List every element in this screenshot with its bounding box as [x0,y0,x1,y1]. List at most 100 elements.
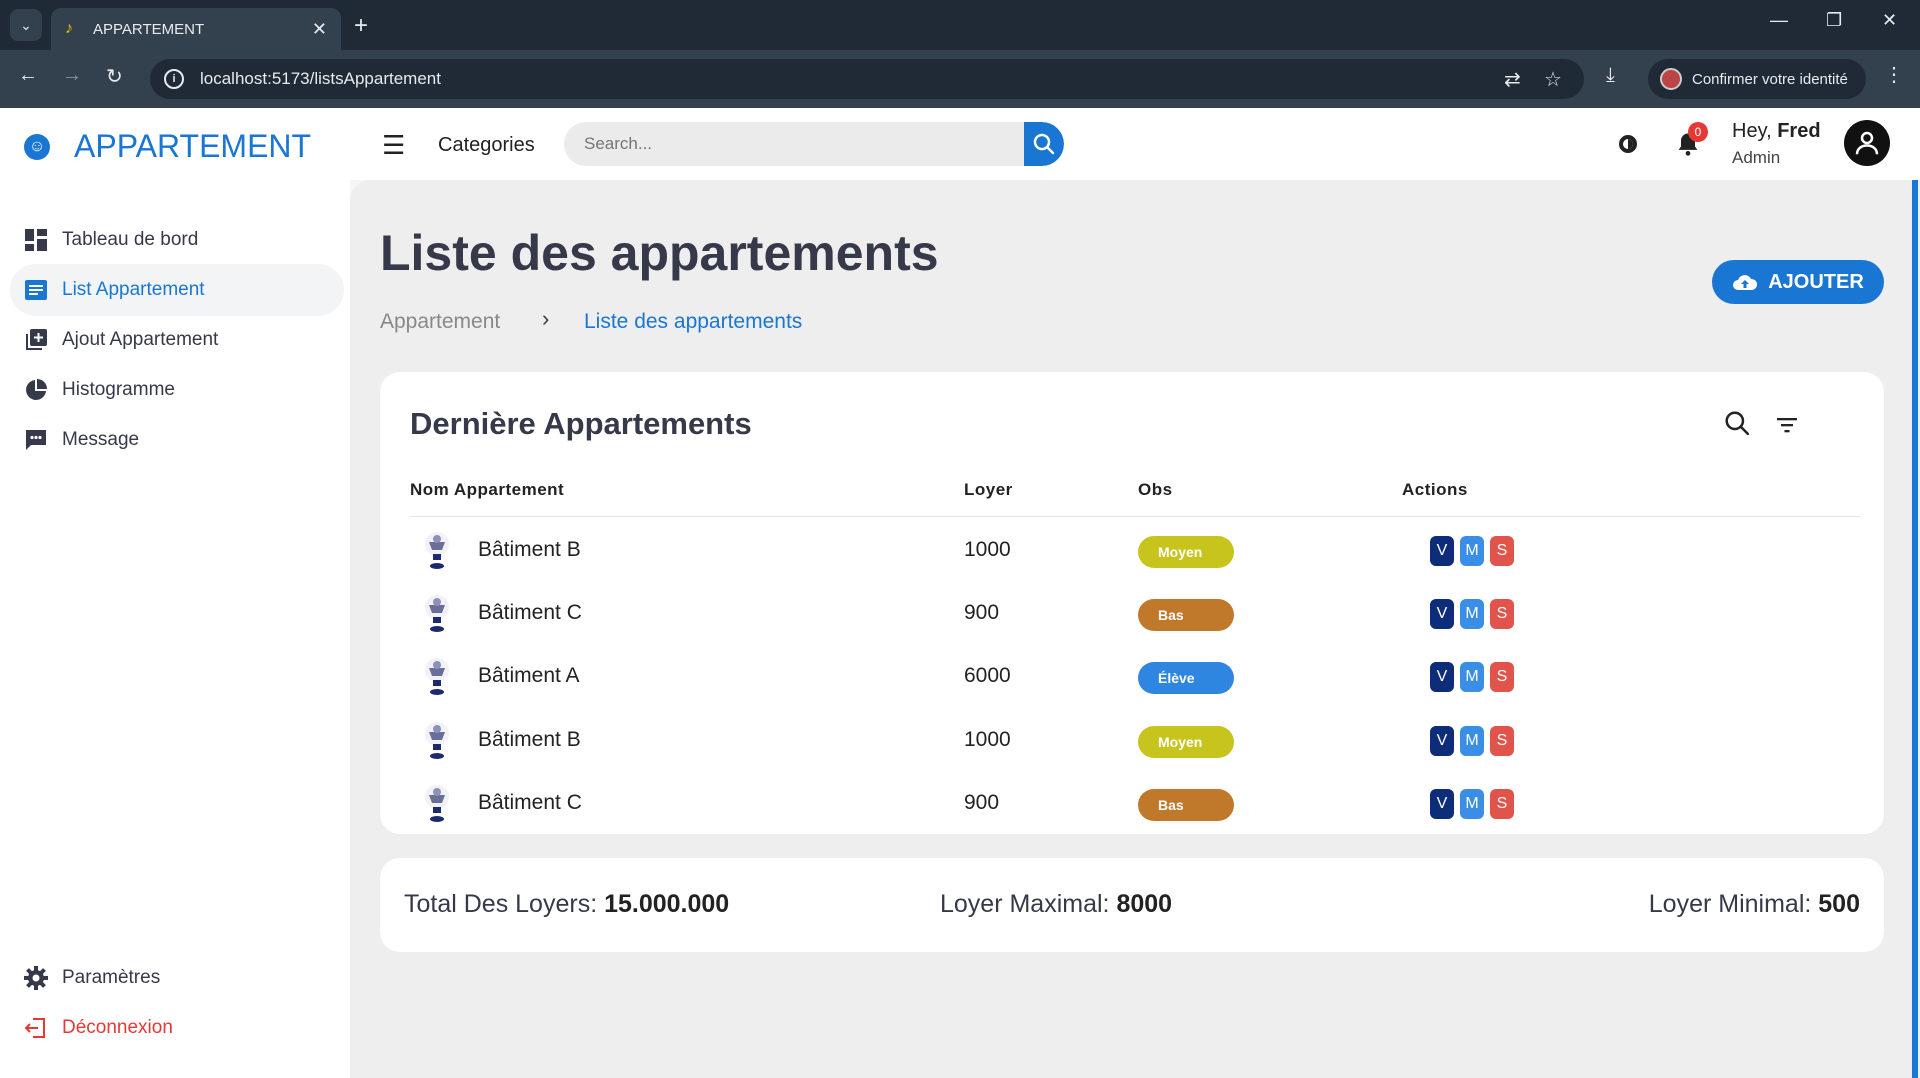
delete-button[interactable]: S [1490,789,1514,819]
add-button[interactable]: AJOUTER [1712,260,1884,304]
sidebar-item-label: Message [62,429,140,450]
loyer-minimal: Loyer Minimal: 500 [1649,890,1860,919]
brand-name: APPARTEMENT [74,128,312,164]
min-value: 500 [1818,890,1860,918]
scrollbar[interactable] [1912,180,1918,1078]
forward-icon[interactable]: → [62,64,82,87]
view-button[interactable]: V [1430,599,1454,629]
column-header-loyer: Loyer [964,480,1013,499]
min-label: Loyer Minimal: [1648,890,1812,918]
delete-button[interactable]: S [1490,662,1514,692]
apartment-thumbnail-icon [425,532,449,569]
translate-icon[interactable]: ⇄ [1504,67,1521,92]
modify-button[interactable]: M [1460,662,1484,692]
browser-tab[interactable]: ♪ APPARTEMENT ✕ [51,8,341,50]
browser-menu-icon[interactable]: ⋮ [1884,62,1904,87]
reload-icon[interactable]: ↻ [106,64,123,89]
search-bar [564,122,1064,166]
table-row: Bâtiment B 1000 Moyen V M S [410,714,1860,774]
column-header-obs: Obs [1138,480,1173,499]
obs-badge: Élève [1138,662,1234,694]
total-label: Total Des Loyers: [404,890,598,918]
apartment-name: Bâtiment B [478,538,581,561]
search-button[interactable] [1024,122,1064,166]
greeting-text: Hey, [1732,120,1772,142]
bookmark-star-icon[interactable]: ☆ [1544,67,1562,92]
url-text: localhost:5173/listsAppartement [200,69,441,88]
sidebar-item-message[interactable]: Message [10,414,344,466]
delete-button[interactable]: S [1490,599,1514,629]
obs-badge: Moyen [1138,536,1234,568]
pie-chart-icon [24,378,48,402]
apartment-loyer: 6000 [964,664,1011,687]
loyer-maximal: Loyer Maximal: 8000 [940,890,1172,919]
tab-search-button[interactable]: ⌄ [10,9,42,41]
sidebar-item-deconnexion[interactable]: Déconnexion [10,1002,344,1054]
add-button-label: AJOUTER [1768,270,1864,293]
apartment-thumbnail-icon [425,785,449,822]
apartments-card: Dernière Appartements Nom Appartement Lo… [380,372,1884,834]
sidebar-item-list-appartement[interactable]: List Appartement [10,264,344,316]
delete-button[interactable]: S [1490,726,1514,756]
breadcrumb-current[interactable]: Liste des appartements [584,310,802,334]
table-row: Bâtiment B 1000 Moyen V M S [410,524,1860,584]
total-value: 15.000.000 [604,890,730,918]
window-close-icon[interactable]: ✕ [1882,10,1897,31]
search-icon[interactable] [1724,410,1750,436]
greeting: Hey, Fred [1732,120,1821,143]
sidebar-item-histogramme[interactable]: Histogramme [10,364,344,416]
apartment-name: Bâtiment A [478,664,580,687]
restore-icon[interactable]: ❐ [1826,10,1842,31]
view-button[interactable]: V [1430,536,1454,566]
top-navbar: ☺ APPARTEMENT ☰ Categories 0 Hey, Fred A… [0,108,1920,180]
divider [410,516,1860,517]
sidebar-item-parametres[interactable]: Paramètres [10,952,344,1004]
new-tab-button[interactable]: + [354,12,368,40]
apartment-thumbnail-icon [425,722,449,759]
tab-close-icon[interactable]: ✕ [312,19,327,40]
total-loyers: Total Des Loyers: 15.000.000 [404,890,729,919]
site-info-icon[interactable]: i [164,69,184,89]
user-role: Admin [1732,148,1781,167]
modify-button[interactable]: M [1460,599,1484,629]
cloud-upload-icon [1732,272,1758,292]
brand[interactable]: ☺ APPARTEMENT [24,128,311,165]
add-library-icon [24,328,48,352]
categories-link[interactable]: Categories [438,134,535,157]
breadcrumb-item[interactable]: Appartement [380,310,500,334]
confirm-identity-label: Confirmer votre identité [1692,70,1848,88]
theme-toggle-icon[interactable] [1616,132,1640,156]
user-avatar[interactable] [1844,120,1890,166]
back-icon[interactable]: ← [18,64,38,87]
sidebar-item-ajout-appartement[interactable]: Ajout Appartement [10,314,344,366]
filter-icon[interactable] [1776,414,1798,436]
profile-avatar-icon [1660,68,1682,90]
table-row: Bâtiment C 900 Bas V M S [410,777,1860,837]
view-button[interactable]: V [1430,662,1454,692]
sidebar-item-label: Ajout Appartement [62,329,219,350]
modify-button[interactable]: M [1460,789,1484,819]
minimize-icon[interactable]: — [1770,10,1788,31]
sidebar-item-tableau-de-bord[interactable]: Tableau de bord [10,214,344,266]
sidebar: Tableau de bord List Appartement Ajout A… [0,180,350,1078]
hamburger-menu-icon[interactable]: ☰ [382,130,405,161]
view-button[interactable]: V [1430,726,1454,756]
address-bar[interactable]: i localhost:5173/listsAppartement ⇄ ☆ [150,59,1584,99]
max-label: Loyer Maximal: [940,890,1110,918]
confirm-identity-button[interactable]: Confirmer votre identité [1648,59,1866,99]
search-icon [1033,133,1055,155]
list-icon [24,278,48,302]
apartment-loyer: 1000 [964,538,1011,561]
page-title: Liste des appartements [380,225,939,281]
delete-button[interactable]: S [1490,536,1514,566]
main-content: Liste des appartements Appartement › Lis… [350,180,1920,1078]
download-icon[interactable]: ⤓ [1606,64,1615,87]
apartment-name: Bâtiment B [478,728,581,751]
apartment-thumbnail-icon [425,595,449,632]
view-button[interactable]: V [1430,789,1454,819]
tab-favicon-icon: ♪ [65,20,73,37]
modify-button[interactable]: M [1460,726,1484,756]
modify-button[interactable]: M [1460,536,1484,566]
logout-icon [24,1016,48,1040]
search-input[interactable] [564,134,1024,154]
